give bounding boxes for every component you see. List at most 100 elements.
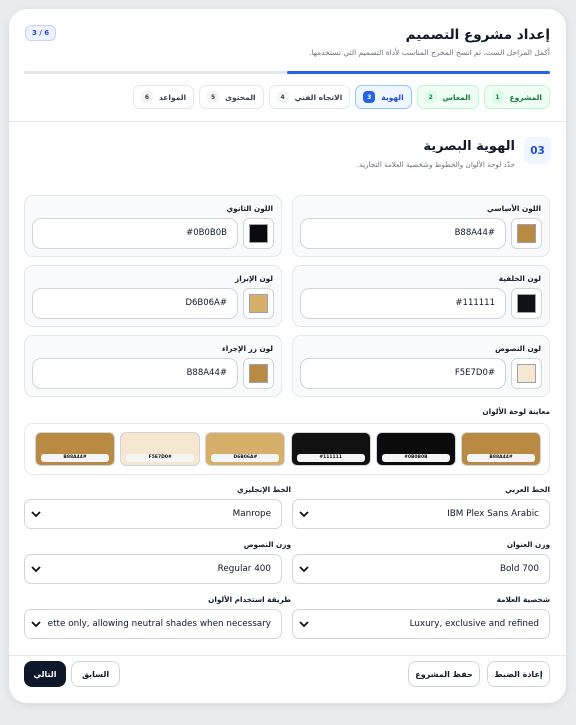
progress-bar	[24, 71, 550, 74]
palette-swatch-code: B88A44#	[41, 454, 109, 462]
footer-divider	[9, 655, 566, 656]
cta-color-field: لون زر الإجراء B88A44#	[24, 335, 282, 397]
step-tab-label: المواعد	[158, 92, 187, 102]
cta-color-input[interactable]: B88A44#	[32, 358, 238, 389]
secondary-color-picker[interactable]	[243, 218, 274, 249]
highlight-color-input[interactable]: D6B06A#	[32, 288, 238, 319]
background-color-input[interactable]: #111111	[300, 288, 506, 319]
page-subtitle: أكمل المراحل الست، ثم انسخ المخرج المناس…	[308, 48, 550, 57]
step-tab-4[interactable]: 4 الاتجاه الفني	[268, 85, 351, 109]
palette-swatch-code: F5E7D0#	[126, 454, 195, 462]
section-title: الهوية البصرية	[423, 139, 515, 154]
heading-weight-value: Bold 700	[499, 564, 539, 574]
heading-weight-label: وزن العنوان	[506, 540, 550, 549]
palette-swatch: #0B0B0B	[375, 432, 456, 466]
heading-weight-select[interactable]: Bold 700	[292, 554, 550, 584]
text-color-label: لون النصوص	[495, 344, 541, 353]
body-weight-label: وزن النصوص	[243, 540, 291, 549]
progress-bar-fill	[287, 71, 550, 74]
color-usage-select[interactable]: palette only, allowing neutral shades wh…	[24, 609, 282, 639]
background-color-picker[interactable]	[511, 288, 542, 319]
palette-swatch: B88A44#	[35, 432, 115, 466]
reset-button[interactable]: إعادة الضبط	[487, 661, 550, 687]
text-color-picker[interactable]	[511, 358, 542, 389]
chevron-down-icon	[299, 621, 309, 628]
color-swatch	[517, 294, 536, 313]
highlight-color-field: لون الإبراز D6B06A#	[24, 265, 282, 327]
step-tab-6[interactable]: 6 المواعد	[132, 85, 195, 109]
color-swatch	[517, 224, 536, 243]
chevron-down-icon	[31, 511, 41, 518]
wizard-card: إعداد مشروع التصميم أكمل المراحل الست، ث…	[9, 9, 566, 703]
english-font-value: Manrope	[232, 509, 271, 519]
wizard-header: إعداد مشروع التصميم أكمل المراحل الست، ث…	[9, 9, 566, 122]
page-title: إعداد مشروع التصميم	[405, 27, 550, 43]
brand-personality-value: Luxury, exclusive and refined	[409, 619, 539, 629]
background-color-field: لون الخلفية #111111	[292, 265, 550, 327]
secondary-color-label: اللون الثانوي	[226, 204, 273, 213]
section-subtitle: حدّد لوحة الألوان والخطوط وشخصية العلامة…	[357, 160, 515, 169]
step-tab-number: 4	[276, 91, 289, 103]
step-tab-label: المعاس	[442, 92, 471, 102]
step-tabs: 1 المشروع 2 المعاس 3 الهوية 4 الاتجاه الفني 5 الم…	[132, 85, 550, 109]
body-weight-select[interactable]: Regular 400	[24, 554, 282, 584]
chevron-down-icon	[299, 511, 309, 518]
cta-color-label: لون زر الإجراء	[222, 344, 273, 353]
text-color-field: لون النصوص F5E7D0#	[292, 335, 550, 397]
color-swatch	[249, 364, 268, 383]
english-font-label: الخط الإنجليزي	[237, 485, 291, 494]
step-tab-2[interactable]: 2 المعاس	[416, 85, 479, 109]
step-tab-number: 3	[363, 91, 376, 103]
arabic-font-label: الخط العربي	[505, 485, 550, 494]
step-tab-1[interactable]: 1 المشروع	[483, 85, 550, 109]
step-tab-number: 5	[207, 91, 220, 103]
step-tab-label: المشروع	[509, 92, 543, 102]
chevron-down-icon	[31, 621, 41, 628]
previous-button[interactable]: السابق	[71, 661, 120, 687]
color-usage-value: palette only, allowing neutral shades wh…	[34, 619, 271, 629]
section-number-badge: 03	[524, 137, 551, 164]
step-tab-number: 6	[140, 91, 153, 103]
color-usage-label: طريقة استخدام الألوان	[208, 595, 291, 604]
palette-preview: B88A44# #0B0B0B #111111 D6B06A# F5E7D0# B88A4…	[24, 423, 550, 475]
color-swatch	[249, 224, 268, 243]
primary-color-picker[interactable]	[511, 218, 542, 249]
palette-swatch-code: B88A44#	[467, 454, 535, 462]
arabic-font-select[interactable]: IBM Plex Sans Arabic	[292, 499, 550, 529]
step-tab-3[interactable]: 3 الهوية	[355, 85, 412, 109]
step-counter-badge: 3 / 6	[25, 25, 57, 41]
text-color-input[interactable]: F5E7D0#	[300, 358, 506, 389]
chevron-down-icon	[31, 566, 41, 573]
background-color-label: لون الخلفية	[498, 274, 541, 283]
primary-color-field: اللون الأساسي B88A44#	[292, 195, 550, 257]
secondary-color-input[interactable]: #0B0B0B	[32, 218, 238, 249]
step-tab-label: الهوية	[381, 92, 404, 102]
palette-preview-label: معاينة لوحة الألوان	[482, 407, 550, 416]
step-tab-5[interactable]: 5 المحتوى	[199, 85, 264, 109]
step-tab-label: الاتجاه الفني	[294, 92, 343, 102]
highlight-color-picker[interactable]	[243, 288, 274, 319]
palette-swatch-code: #111111	[296, 454, 365, 462]
save-project-button[interactable]: حفظ المشروع	[408, 661, 480, 687]
color-swatch	[517, 364, 536, 383]
palette-swatch: #111111	[290, 432, 371, 466]
cta-color-picker[interactable]	[243, 358, 274, 389]
palette-swatch: D6B06A#	[205, 432, 286, 466]
palette-swatch-code: #0B0B0B	[381, 454, 450, 462]
step-tab-number: 2	[424, 91, 437, 103]
next-button[interactable]: التالي	[24, 661, 66, 687]
chevron-down-icon	[299, 566, 309, 573]
palette-swatch: B88A44#	[461, 432, 541, 466]
color-swatch	[249, 294, 268, 313]
step-tab-label: المحتوى	[225, 92, 256, 102]
brand-personality-label: شخصية العلامة	[496, 595, 550, 604]
palette-swatch-code: D6B06A#	[211, 454, 280, 462]
palette-swatch: F5E7D0#	[120, 432, 201, 466]
highlight-color-label: لون الإبراز	[235, 274, 273, 283]
primary-color-input[interactable]: B88A44#	[300, 218, 506, 249]
body-weight-value: Regular 400	[217, 564, 271, 574]
english-font-select[interactable]: Manrope	[24, 499, 282, 529]
arabic-font-value: IBM Plex Sans Arabic	[447, 509, 539, 519]
primary-color-label: اللون الأساسي	[487, 204, 541, 213]
brand-personality-select[interactable]: Luxury, exclusive and refined	[292, 609, 550, 639]
